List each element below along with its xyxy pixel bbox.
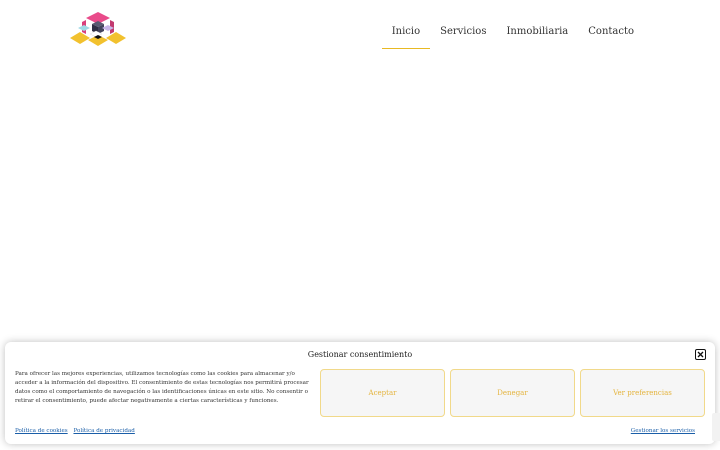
cookie-consent-banner: Gestionar consentimiento Para ofrecer la… — [5, 342, 715, 444]
privacy-policy-link[interactable]: Política de privacidad — [73, 428, 134, 434]
close-icon — [697, 351, 704, 358]
cookie-policy-link[interactable]: Política de cookies — [15, 428, 68, 434]
nav-item-servicios[interactable]: Servicios — [430, 18, 496, 49]
main-nav: Inicio Servicios Inmobiliaria Contacto — [381, 18, 644, 49]
consent-title: Gestionar consentimiento — [307, 350, 413, 359]
site-header: Inicio Servicios Inmobiliaria Contacto — [0, 0, 720, 66]
view-preferences-button[interactable]: Ver preferencias — [580, 369, 705, 417]
deny-button[interactable]: Denegar — [450, 369, 575, 417]
policy-links: Política de cookies Política de privacid… — [15, 428, 139, 434]
nav-item-contacto[interactable]: Contacto — [578, 18, 644, 49]
accept-button[interactable]: Aceptar — [320, 369, 445, 417]
recaptcha-badge[interactable] — [712, 413, 720, 441]
nav-item-inicio[interactable]: Inicio — [381, 18, 431, 49]
nav-item-inmobiliaria[interactable]: Inmobiliaria — [496, 18, 578, 49]
site-logo-icon[interactable] — [68, 10, 128, 50]
close-button[interactable] — [695, 349, 706, 360]
consent-description: Para ofrecer las mejores experiencias, u… — [15, 371, 309, 404]
manage-services-link[interactable]: Gestionar los servicios — [631, 428, 695, 434]
